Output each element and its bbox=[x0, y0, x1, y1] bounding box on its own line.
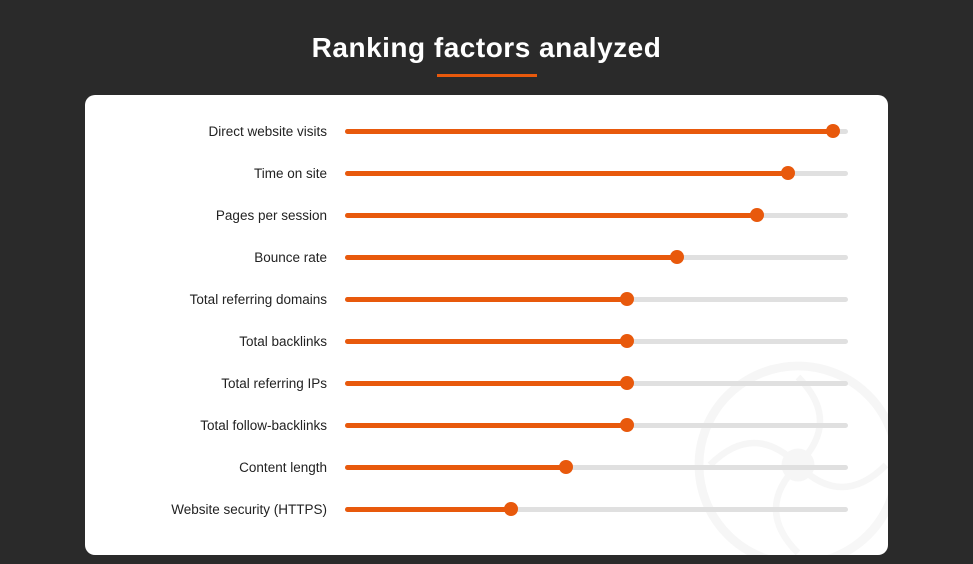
bar-fill bbox=[345, 171, 788, 176]
bar-dot bbox=[750, 208, 764, 222]
bar-fill bbox=[345, 129, 833, 134]
bar-fill bbox=[345, 381, 627, 386]
row-label: Direct website visits bbox=[125, 124, 345, 139]
chart-row: Total follow-backlinks bbox=[125, 409, 848, 441]
row-label: Bounce rate bbox=[125, 250, 345, 265]
bar-track bbox=[345, 339, 848, 344]
chart-card: Direct website visits Time on site Pages p… bbox=[85, 95, 888, 555]
bar-dot bbox=[620, 376, 634, 390]
chart-row: Total referring domains bbox=[125, 283, 848, 315]
chart-row: Website security (HTTPS) bbox=[125, 493, 848, 525]
bar-fill bbox=[345, 339, 627, 344]
row-label: Website security (HTTPS) bbox=[125, 502, 345, 517]
row-label: Time on site bbox=[125, 166, 345, 181]
row-label: Total referring domains bbox=[125, 292, 345, 307]
chart-container: Direct website visits Time on site Pages p… bbox=[125, 115, 848, 525]
bar-track bbox=[345, 171, 848, 176]
bar-track bbox=[345, 129, 848, 134]
bar-track bbox=[345, 507, 848, 512]
bar-track bbox=[345, 255, 848, 260]
chart-row: Bounce rate bbox=[125, 241, 848, 273]
chart-row: Direct website visits bbox=[125, 115, 848, 147]
title-underline bbox=[437, 74, 537, 77]
bar-track bbox=[345, 297, 848, 302]
bar-track bbox=[345, 213, 848, 218]
row-label: Total backlinks bbox=[125, 334, 345, 349]
chart-row: Total backlinks bbox=[125, 325, 848, 357]
bar-fill bbox=[345, 465, 566, 470]
row-label: Pages per session bbox=[125, 208, 345, 223]
row-label: Content length bbox=[125, 460, 345, 475]
bar-dot bbox=[620, 418, 634, 432]
bar-track bbox=[345, 423, 848, 428]
bar-track bbox=[345, 465, 848, 470]
bar-fill bbox=[345, 507, 511, 512]
row-label: Total follow-backlinks bbox=[125, 418, 345, 433]
chart-row: Content length bbox=[125, 451, 848, 483]
bar-dot bbox=[559, 460, 573, 474]
bar-fill bbox=[345, 297, 627, 302]
bar-dot bbox=[504, 502, 518, 516]
chart-row: Pages per session bbox=[125, 199, 848, 231]
chart-row: Total referring IPs bbox=[125, 367, 848, 399]
bar-dot bbox=[781, 166, 795, 180]
bar-dot bbox=[826, 124, 840, 138]
row-label: Total referring IPs bbox=[125, 376, 345, 391]
bar-track bbox=[345, 381, 848, 386]
bar-dot bbox=[670, 250, 684, 264]
page-title: Ranking factors analyzed bbox=[0, 0, 973, 64]
bar-fill bbox=[345, 423, 627, 428]
bar-dot bbox=[620, 292, 634, 306]
bar-dot bbox=[620, 334, 634, 348]
bar-fill bbox=[345, 255, 677, 260]
chart-row: Time on site bbox=[125, 157, 848, 189]
bar-fill bbox=[345, 213, 757, 218]
